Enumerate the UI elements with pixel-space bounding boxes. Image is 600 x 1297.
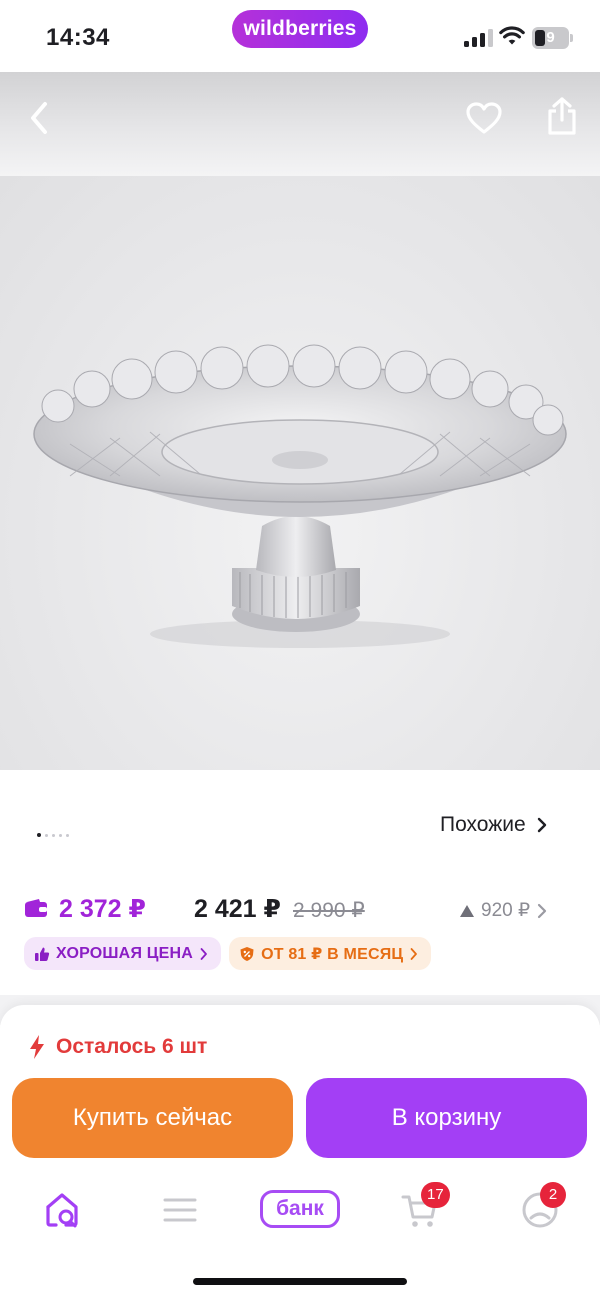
chevron-right-icon (537, 903, 547, 918)
chevron-right-icon (410, 947, 418, 960)
installment-badge[interactable]: ОТ 81 ₽ В МЕСЯЦ (229, 937, 432, 970)
pagination-dot (45, 833, 48, 837)
profile-count-badge: 2 (540, 1182, 566, 1208)
lightning-icon (30, 1035, 44, 1059)
similar-label: Похожие (440, 813, 526, 836)
price-history-link[interactable]: 920 ₽ (459, 899, 548, 922)
gallery-pagination (37, 833, 69, 837)
price-row: 2 372 ₽ 2 421 ₽ 2 990 ₽ 920 ₽ (24, 892, 576, 928)
tab-bank[interactable]: банк (260, 1190, 340, 1228)
wifi-icon (499, 26, 525, 45)
pagination-dot (66, 833, 69, 837)
favorite-button[interactable] (460, 94, 508, 142)
chevron-right-icon (537, 817, 546, 833)
status-bar: 14:34 wildberries 9 (0, 0, 600, 72)
regular-price: 2 421 ₽ (194, 895, 281, 923)
stock-warning: Осталось 6 шт (28, 1034, 207, 1060)
wallet-icon (25, 899, 47, 917)
menu-icon (163, 1198, 197, 1222)
triangle-up-icon (460, 904, 474, 917)
add-to-cart-button[interactable]: В корзину (306, 1078, 587, 1158)
pagination-dot-active (37, 833, 41, 837)
pagination-dot (52, 833, 55, 837)
pagination-dot (59, 833, 62, 837)
share-icon (548, 97, 576, 135)
home-search-icon (46, 1193, 78, 1228)
stock-text: Осталось 6 шт (56, 1035, 208, 1058)
product-header (0, 72, 600, 176)
tab-home-search[interactable] (38, 1186, 86, 1234)
installment-label: ОТ 81 ₽ В МЕСЯЦ (261, 945, 404, 963)
product-image-gallery[interactable] (0, 176, 600, 770)
old-price: 2 990 ₽ (293, 899, 365, 922)
battery-level: 9 (546, 29, 555, 46)
chevron-left-icon (31, 102, 47, 134)
percent-shield-icon (240, 946, 254, 961)
brand-pill[interactable]: wildberries (232, 10, 368, 48)
tab-bar: банк 17 2 (0, 1172, 600, 1247)
battery-indicator: 9 (532, 27, 574, 49)
cellular-signal-icon (464, 29, 493, 47)
back-button[interactable] (15, 94, 63, 142)
good-price-badge[interactable]: ХОРОШАЯ ЦЕНА (24, 937, 222, 970)
heart-icon (466, 102, 502, 134)
good-price-label: ХОРОШАЯ ЦЕНА (56, 944, 194, 962)
wallet-price: 2 372 ₽ (59, 895, 146, 923)
status-time: 14:34 (46, 24, 110, 51)
similar-link[interactable]: Похожие (440, 812, 548, 838)
home-indicator (193, 1278, 407, 1285)
tab-catalog[interactable] (156, 1186, 204, 1234)
price-delta: 920 ₽ (481, 900, 531, 921)
cake-stand-image (33, 344, 567, 648)
cart-count-badge: 17 (421, 1182, 450, 1208)
badges-row: ХОРОШАЯ ЦЕНА ОТ 81 ₽ В МЕСЯЦ (24, 937, 432, 970)
thumbs-up-icon (35, 947, 50, 961)
buy-now-button[interactable]: Купить сейчас (12, 1078, 293, 1158)
share-button[interactable] (538, 92, 586, 140)
chevron-right-icon (200, 947, 207, 960)
